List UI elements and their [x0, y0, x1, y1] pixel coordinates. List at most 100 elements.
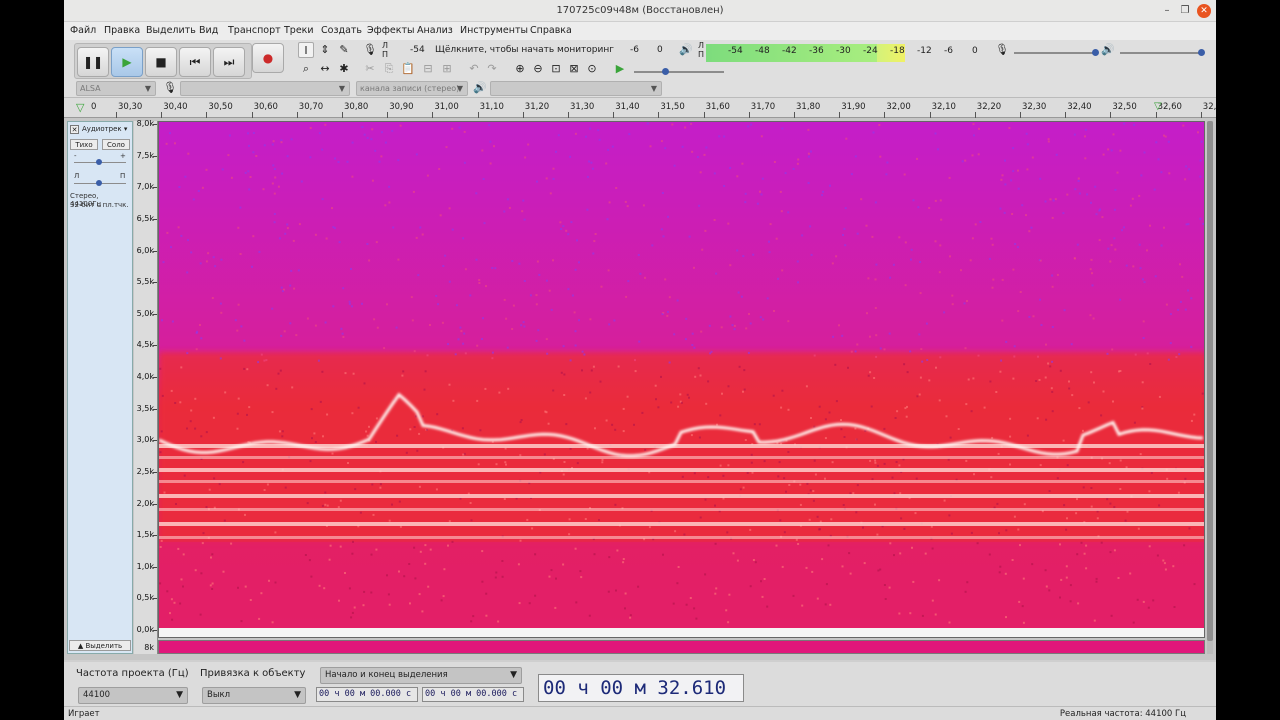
menu-file[interactable]: Файл: [70, 25, 96, 36]
snap-to-select[interactable]: Выкл ▼: [202, 687, 306, 704]
timeline-ruler[interactable]: ▽ 0 30,30 30,40 30,50 30,60 30,70 30,80 30,90 3…: [64, 98, 1216, 118]
speaker-icon[interactable]: 🔊: [678, 42, 694, 58]
menu-tools[interactable]: Инструменты: [460, 25, 528, 36]
ruler-label: 31,70: [750, 102, 776, 112]
track-name-menu[interactable]: Аудиотрек ▾: [82, 125, 127, 133]
mute-button[interactable]: Тихо: [70, 139, 98, 150]
audacity-window: 170725с09ч48м (Восстановлен) – ❐ ✕ Файл …: [64, 0, 1216, 720]
vertical-scrollbar[interactable]: [1207, 121, 1213, 654]
frequency-tick: [153, 124, 157, 125]
project-rate-select[interactable]: 44100 ▼: [78, 687, 188, 704]
menu-bar: Файл Правка Выделить Вид Транспорт Треки…: [64, 22, 1216, 40]
menu-select[interactable]: Выделить: [146, 25, 196, 36]
fit-selection-icon[interactable]: ⊡: [548, 61, 564, 77]
selection-start-time[interactable]: 00 ч 00 м 00.000 с: [316, 687, 418, 702]
input-channels-select[interactable]: канала записи (стерео) ▼: [356, 81, 468, 96]
minimize-icon[interactable]: –: [1160, 4, 1174, 18]
pan-knob[interactable]: [96, 180, 102, 186]
zoom-toggle-icon[interactable]: ⊙: [584, 61, 600, 77]
frequency-tick: [153, 155, 157, 157]
frequency-tick: [153, 598, 157, 600]
ruler-label: 30,50: [208, 102, 233, 112]
skip-to-end-button[interactable]: ⏭: [213, 47, 245, 77]
transport-toolbar: ❚❚ ▶ ■ ⏮ ⏭: [74, 43, 252, 79]
menu-help[interactable]: Справка: [530, 25, 572, 36]
zoom-in-icon[interactable]: ⊕: [512, 61, 528, 77]
playback-volume-slider[interactable]: [1120, 52, 1202, 54]
ruler-label: 32,40: [1067, 102, 1092, 112]
play-head-marker-icon: ▽: [76, 101, 85, 114]
selection-tool-icon[interactable]: I: [298, 42, 314, 58]
record-meter-l-label: Л: [382, 41, 389, 50]
audio-host-select[interactable]: ALSA ▼: [76, 81, 156, 96]
actual-rate-text: Реальная частота: 44100 Гц: [1059, 709, 1186, 719]
frequency-tick: [153, 313, 157, 315]
paste-icon[interactable]: 📋: [400, 61, 416, 77]
status-text: Играет: [68, 709, 100, 719]
menu-edit[interactable]: Правка: [104, 25, 140, 36]
stop-button[interactable]: ■: [145, 47, 177, 77]
menu-view[interactable]: Вид: [199, 25, 218, 36]
frequency-label: 4,0k: [136, 372, 154, 381]
output-device-select[interactable]: ▼: [490, 81, 662, 96]
stop-icon: ■: [155, 55, 167, 69]
spectrogram-view[interactable]: [158, 121, 1205, 638]
frequency-tick: [153, 250, 157, 252]
input-device-select[interactable]: ▼: [180, 81, 350, 96]
input-device-mic-icon: 🎙: [163, 81, 177, 94]
snap-to-label: Привязка к объекту: [200, 668, 306, 679]
selection-end-time[interactable]: 00 ч 00 м 00.000 с: [422, 687, 524, 702]
playback-position-marker-icon: ▽: [1154, 101, 1162, 112]
timeshift-tool-icon[interactable]: ↔: [317, 61, 333, 77]
zoom-out-icon[interactable]: ⊖: [530, 61, 546, 77]
menu-effects[interactable]: Эффекты: [367, 25, 415, 36]
menu-generate[interactable]: Создать: [321, 25, 362, 36]
record-meter-prompt[interactable]: Щёлкните, чтобы начать мониторинг: [435, 45, 614, 55]
select-track-button[interactable]: ▲ Выделить: [69, 640, 131, 651]
ruler-label: 31,20: [524, 102, 550, 112]
ruler-label: 31,10: [479, 102, 504, 112]
record-meter-r-label: П: [382, 50, 389, 59]
audio-position-display[interactable]: 00 ч 00 м 32.610 с: [538, 674, 744, 720]
undo-icon[interactable]: ↶: [466, 61, 482, 77]
record-volume-knob[interactable]: [1092, 49, 1099, 56]
play-icon: ▶: [122, 55, 132, 69]
selection-mode-select[interactable]: Начало и конец выделения ▼: [320, 667, 522, 684]
close-icon[interactable]: ✕: [1197, 4, 1211, 18]
gain-knob[interactable]: [96, 159, 102, 165]
envelope-tool-icon[interactable]: ⇕: [317, 42, 333, 58]
play-button[interactable]: ▶: [111, 47, 143, 77]
play-speed-slider[interactable]: [634, 71, 724, 73]
menu-analyze[interactable]: Анализ: [417, 25, 453, 36]
trim-icon[interactable]: ⊟: [420, 61, 436, 77]
pause-button[interactable]: ❚❚: [77, 47, 109, 77]
copy-icon[interactable]: ⎘: [381, 61, 397, 77]
playback-meter[interactable]: -54 -48 -42 -36 -30 -24 -18 -12 -6 0: [706, 44, 986, 62]
draw-tool-icon[interactable]: ✎: [336, 42, 352, 58]
ruler-label: 31,30: [570, 102, 595, 112]
ruler-label: 32,00: [886, 102, 911, 112]
track-close-icon[interactable]: ✕: [70, 125, 79, 134]
skip-to-start-button[interactable]: ⏮: [179, 47, 211, 77]
menu-tracks[interactable]: Треки: [284, 25, 314, 36]
play-at-speed-icon[interactable]: ▶: [612, 61, 628, 77]
playback-volume-knob[interactable]: [1198, 49, 1205, 56]
record-volume-slider[interactable]: [1014, 52, 1096, 54]
redo-icon[interactable]: ↷: [484, 61, 500, 77]
record-button[interactable]: ●: [252, 43, 284, 73]
maximize-icon[interactable]: ❐: [1178, 4, 1192, 18]
frequency-label: 0,5k: [136, 593, 154, 603]
play-speed-knob[interactable]: [662, 68, 669, 75]
silence-icon[interactable]: ⊞: [439, 61, 455, 77]
multi-tool-icon[interactable]: ✱: [336, 61, 352, 77]
solo-button[interactable]: Соло: [102, 139, 130, 150]
menu-transport[interactable]: Транспорт: [228, 25, 281, 36]
vertical-scroll-thumb[interactable]: [1207, 121, 1213, 641]
play-meter-l-label: Л: [698, 41, 705, 50]
frequency-tick: [153, 440, 157, 442]
microphone-icon[interactable]: 🎙: [362, 42, 378, 58]
cut-icon[interactable]: ✂: [362, 61, 378, 77]
frequency-label: 7,5k: [136, 150, 154, 160]
fit-project-icon[interactable]: ⊠: [566, 61, 582, 77]
zoom-tool-icon[interactable]: ⌕: [298, 61, 314, 77]
